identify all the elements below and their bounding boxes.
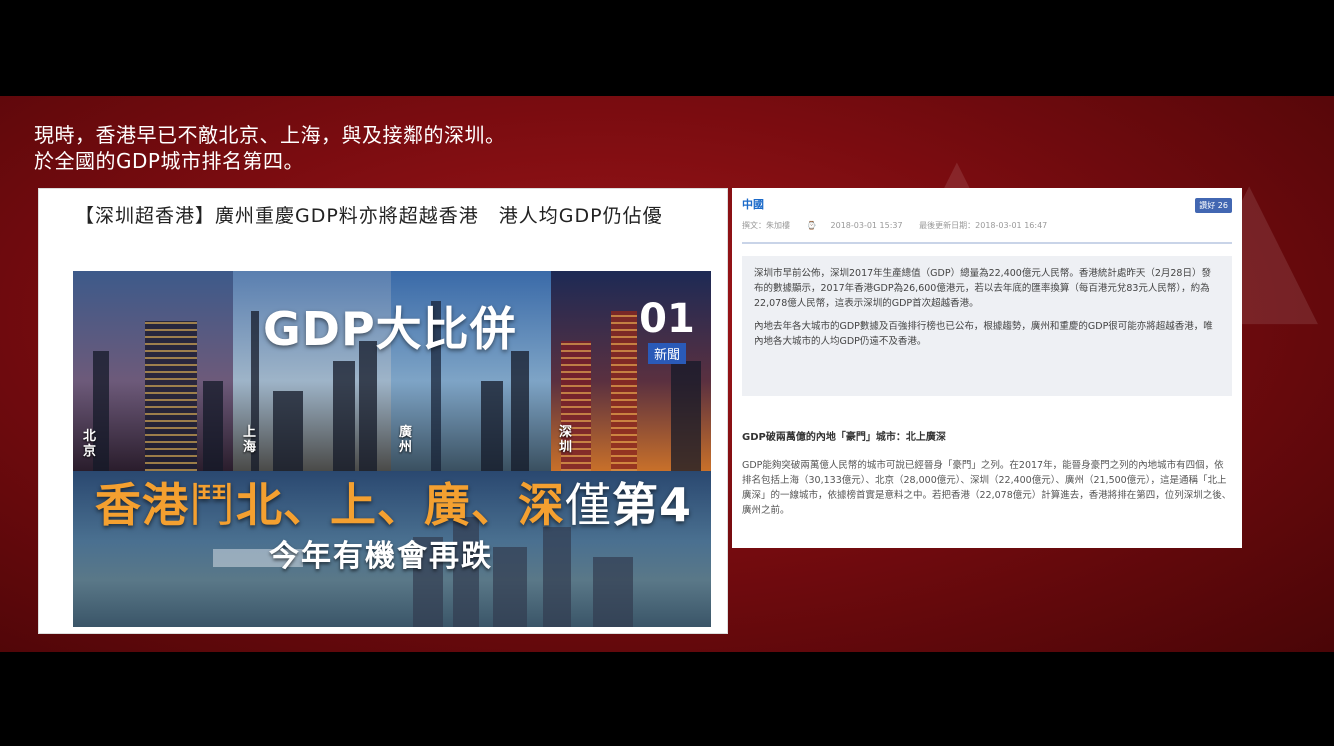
hero-main-line: 香港鬥北、上、廣、深僅第4 xyxy=(95,469,692,535)
publish-time: 2018-03-01 15:37 xyxy=(830,221,903,230)
hero-only: 僅 xyxy=(565,478,612,532)
city-label-guangzhou: 廣州 xyxy=(399,425,413,455)
caption-line-2: 於全國的GDP城市排名第四。 xyxy=(34,149,304,173)
article-meta: 撰文：朱加樓 ⌚ 2018-03-01 15:37 最後更新日期：2018-03-… xyxy=(742,220,1061,231)
hero-cities: 北、上、廣、深 xyxy=(236,478,565,532)
slide-caption: 現時，香港早已不敵北京、上海，與及接鄰的深圳。 於全國的GDP城市排名第四。 xyxy=(34,122,506,174)
city-label-beijing: 北京 xyxy=(83,429,97,459)
author: 撰文：朱加樓 xyxy=(742,221,790,230)
article-summary: 深圳市早前公佈，深圳2017年生產總值（GDP）總量為22,400億元人民幣。香… xyxy=(742,256,1232,396)
city-label-shenzhen: 深圳 xyxy=(559,425,573,455)
hero-subtitle: 今年有機會再跌 xyxy=(269,539,493,574)
summary-paragraph-2: 內地去年各大城市的GDP數據及百強排行榜也已公布，根據趨勢，廣州和重慶的GDP很… xyxy=(754,321,1213,347)
hero-vs: 鬥 xyxy=(189,478,236,532)
article-headline[interactable]: 【深圳超香港】廣州重慶GDP料亦將超越香港 港人均GDP仍佔優 xyxy=(75,203,715,230)
summary-paragraph-1: 深圳市早前公佈，深圳2017年生產總值（GDP）總量為22,400億元人民幣。香… xyxy=(754,268,1211,309)
logo-number: 01 xyxy=(639,296,695,342)
article-body: GDP能夠突破兩萬億人民幣的城市可說已經晉身「豪門」之列。在2017年，能晉身豪… xyxy=(742,460,1232,516)
logo-label: 新聞 xyxy=(647,343,686,364)
caption-line-1: 現時，香港早已不敵北京、上海，與及接鄰的深圳。 xyxy=(34,123,506,147)
like-button[interactable]: 讚好 26 xyxy=(1195,198,1232,213)
section-subheading: GDP破兩萬億的內地「豪門」城市：北上廣深 xyxy=(742,432,946,443)
category-link[interactable]: 中國 xyxy=(742,196,764,212)
slide-background: ▲ ▲ 現時，香港早已不敵北京、上海，與及接鄰的深圳。 於全國的GDP城市排名第… xyxy=(0,96,1334,652)
hero-hong-kong: 香港 xyxy=(95,478,189,532)
divider xyxy=(742,242,1232,244)
hk01-logo: 01 新聞 xyxy=(635,296,699,364)
clock-icon: ⌚ xyxy=(806,221,817,230)
hero-title: GDP大比併 xyxy=(263,302,517,356)
city-label-shanghai: 上海 xyxy=(243,425,257,455)
beijing-panel xyxy=(73,271,233,471)
hero-rank: 第4 xyxy=(612,478,693,532)
right-article-card: 中國 讚好 26 撰文：朱加樓 ⌚ 2018-03-01 15:37 最後更新日期… xyxy=(732,188,1242,548)
update-time: 最後更新日期：2018-03-01 16:47 xyxy=(919,221,1048,230)
left-article-card: 【深圳超香港】廣州重慶GDP料亦將超越香港 港人均GDP仍佔優 GDP大比併 0… xyxy=(38,188,728,634)
hero-image: GDP大比併 01 新聞 北京 上海 廣州 深圳 香港鬥北、上、廣、深僅第4 今… xyxy=(73,271,711,627)
